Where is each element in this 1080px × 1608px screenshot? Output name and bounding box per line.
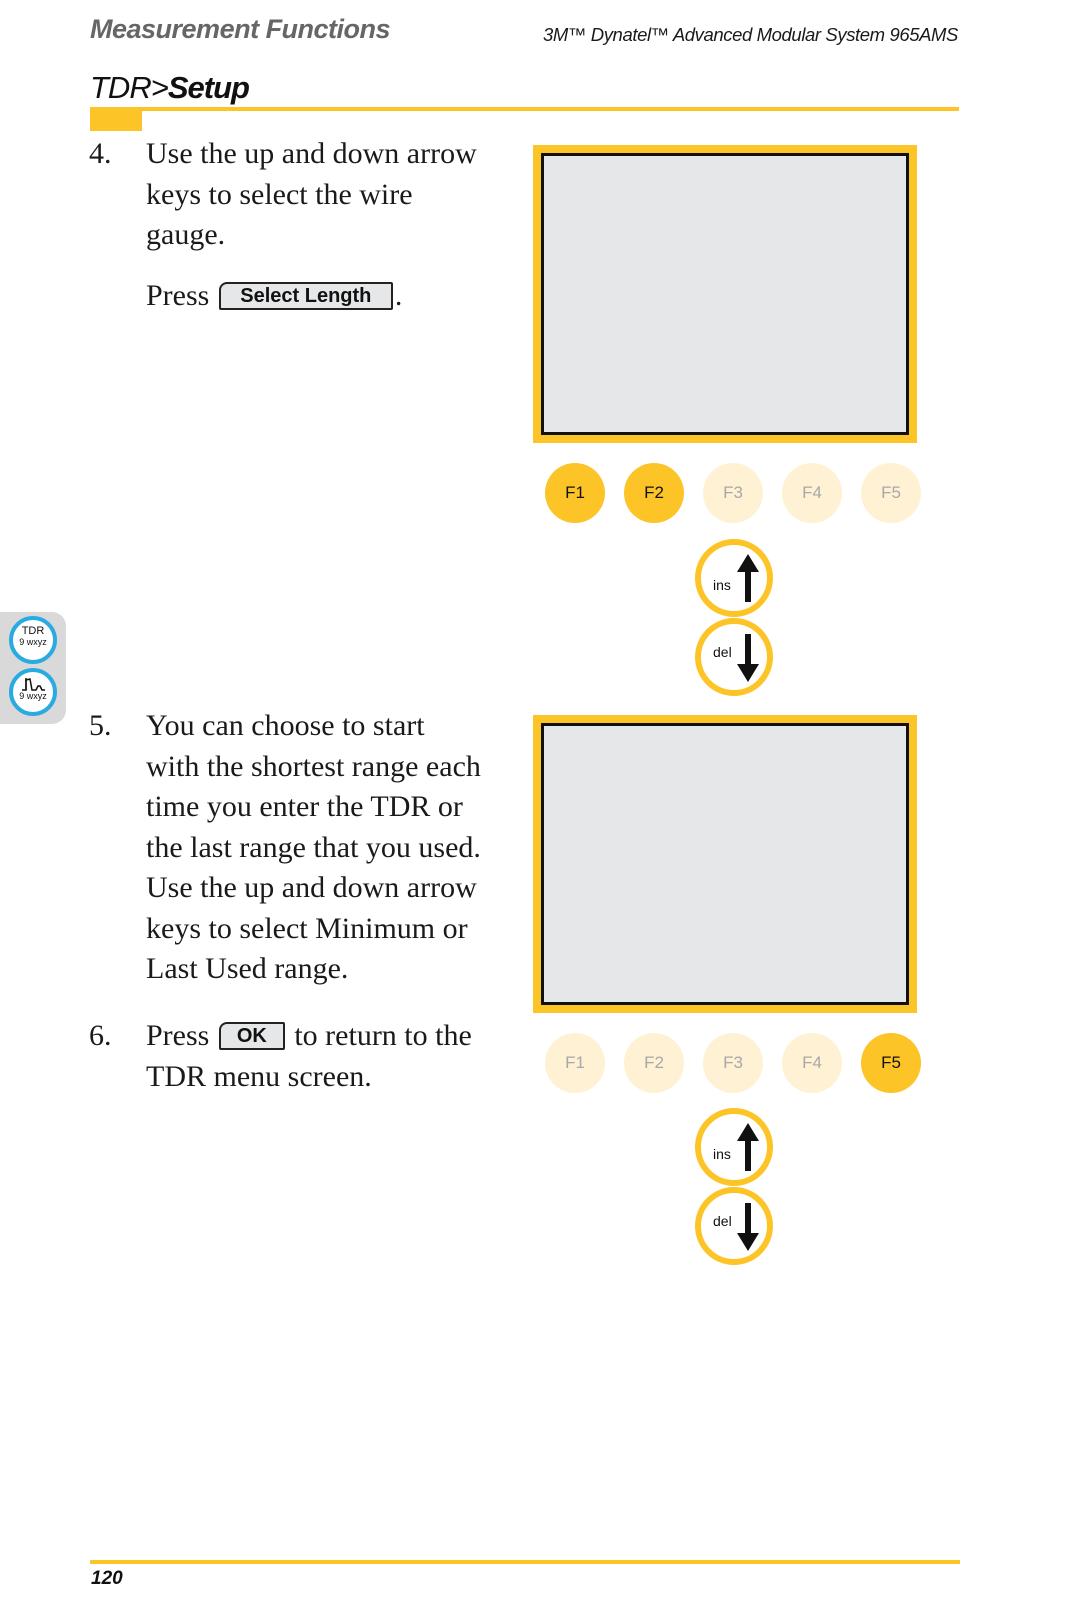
device-screen [533, 715, 917, 1013]
function-key-f3[interactable]: F3 [703, 463, 763, 523]
step-text-line: keys to select Minimum or [146, 911, 468, 945]
step-6: 6. Press OK to return to the TDR menu sc… [89, 1016, 529, 1106]
step-text-line: with the shortest range each [146, 749, 481, 783]
function-key-f3[interactable]: F3 [703, 1033, 763, 1093]
arrow-down-icon [737, 1203, 759, 1251]
step-text-line: gauge. [146, 218, 226, 251]
lcd-display [541, 153, 909, 435]
press-text: Press [146, 1019, 210, 1052]
del-label: del [713, 1213, 732, 1229]
tdr-key-label: TDR [21, 625, 45, 637]
page-title-bold: Setup [167, 70, 250, 105]
arrow-up-icon [737, 554, 759, 602]
ok-key[interactable]: OK [218, 1022, 285, 1051]
title-rule [90, 107, 959, 111]
function-key-f2[interactable]: F2 [624, 463, 684, 523]
step-text-line: time you enter the TDR or [146, 790, 463, 823]
step-text-line: You can choose to start [146, 709, 425, 742]
press-suffix: . [394, 278, 403, 312]
tdr-waveform-key[interactable]: 9 wxyz [9, 668, 57, 716]
tdr-key[interactable]: TDR 9 wxyz [9, 616, 57, 664]
step-text-line: keys to select the wire [146, 177, 413, 211]
ins-label: ins [713, 577, 731, 593]
up-arrow-key[interactable]: ins [695, 539, 773, 617]
step-text-line: Last Used range. [146, 952, 349, 985]
lcd-display [541, 723, 909, 1005]
step-text-line: the last range that you used. [146, 830, 481, 864]
press-instruction: Press Select Length. [146, 276, 477, 317]
step-text-line: Use the up and down arrow [146, 871, 477, 904]
up-arrow-key[interactable]: ins [695, 1108, 773, 1186]
footer-rule [90, 1560, 960, 1564]
page-title-prefix: TDR> [90, 70, 169, 105]
press-text: Press [146, 278, 210, 312]
device-screen [533, 145, 917, 443]
arrow-up-icon [737, 1123, 759, 1171]
function-key-f4[interactable]: F4 [782, 1033, 842, 1093]
side-tab: TDR 9 wxyz 9 wxyz [0, 612, 66, 724]
function-key-f1[interactable]: F1 [545, 463, 605, 523]
function-key-f2[interactable]: F2 [624, 1033, 684, 1093]
step-4: 4. Use the up and down arrow keys to sel… [89, 134, 519, 334]
page-number: 120 [91, 1568, 123, 1589]
select-length-key[interactable]: Select Length [218, 281, 393, 310]
down-arrow-key[interactable]: del [695, 1187, 773, 1265]
tdr-key-sublabel: 9 wxyz [19, 637, 47, 647]
page-title: TDR>Setup [90, 70, 250, 106]
waveform-icon [22, 678, 45, 691]
function-key-f4[interactable]: F4 [782, 463, 842, 523]
arrow-down-icon [737, 634, 759, 682]
step-number: 6. [89, 1019, 112, 1052]
waveform-key-sublabel: 9 wxyz [19, 691, 47, 701]
step-text-line: Use the up and down arrow [146, 137, 477, 170]
press-instruction: Press OK to return to the [146, 1016, 472, 1057]
step-text-line: TDR menu screen. [146, 1059, 372, 1093]
product-header: 3M™ Dynatel™ Advanced Modular System 965… [543, 24, 958, 45]
title-tab-marker [90, 111, 142, 131]
step-number: 4. [89, 137, 112, 170]
function-key-f5[interactable]: F5 [861, 463, 921, 523]
press-suffix: to return to the [294, 1019, 472, 1052]
function-key-f1[interactable]: F1 [545, 1033, 605, 1093]
function-key-f5[interactable]: F5 [861, 1033, 921, 1093]
ins-label: ins [713, 1146, 731, 1162]
section-header: Measurement Functions [90, 14, 391, 44]
del-label: del [713, 644, 732, 660]
step-number: 5. [89, 709, 112, 742]
step-5: 5. You can choose to start with the shor… [89, 706, 529, 996]
down-arrow-key[interactable]: del [695, 618, 773, 696]
